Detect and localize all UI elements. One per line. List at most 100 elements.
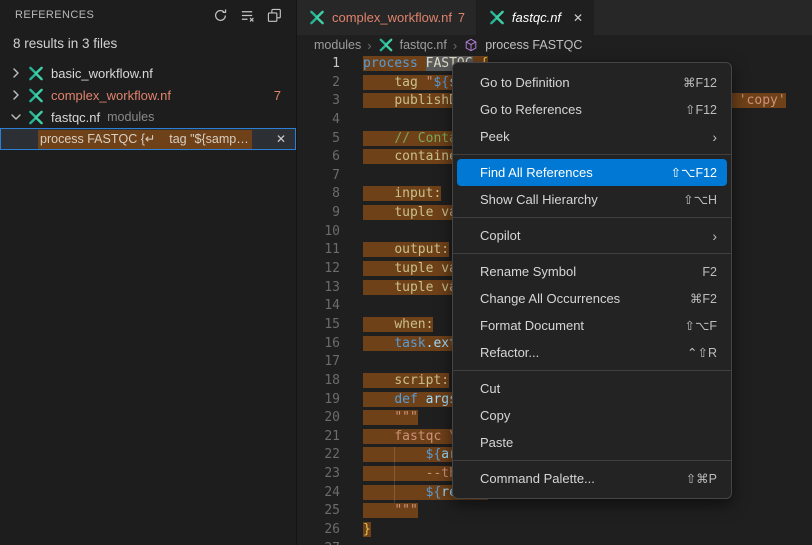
file-name: basic_workflow.nf	[51, 66, 153, 81]
references-panel-header: REFERENCES	[0, 0, 296, 30]
editor-context-menu: Go to Definition ⌘F12 Go to References⇧F12…	[452, 62, 732, 499]
line-content: input:	[363, 185, 441, 204]
menu-item-paste[interactable]: Paste	[453, 429, 731, 456]
reference-range-highlight: }	[363, 522, 371, 537]
chevron-down-icon[interactable]	[9, 110, 23, 124]
line-number: 21	[297, 428, 340, 447]
menu-item-label: Go to Definition	[480, 75, 570, 90]
menu-item-find-all-references[interactable]: Find All References⇧⌥F12	[457, 159, 727, 186]
panel-title: REFERENCES	[15, 9, 94, 21]
menu-separator	[453, 154, 731, 155]
menu-item-change-all-occurrences[interactable]: Change All Occurrences⌘F2	[453, 285, 731, 312]
clear-results-icon	[240, 8, 255, 23]
menu-separator	[453, 253, 731, 254]
tab-bar: complex_workflow.nf 7 fastqc.nf ✕	[297, 0, 812, 35]
line-number: 8	[297, 185, 340, 204]
reference-range-highlight: fastqc \	[363, 429, 457, 444]
menu-item-cut[interactable]: Cut	[453, 375, 731, 402]
file-name: fastqc.nf	[51, 110, 100, 125]
submenu-arrow-icon: ›	[712, 228, 717, 244]
line-number: 3	[297, 92, 340, 111]
menu-separator	[453, 370, 731, 371]
file-name: complex_workflow.nf	[51, 88, 171, 103]
menu-separator	[453, 217, 731, 218]
menu-item-label: Copilot	[480, 228, 520, 243]
menu-item-label: Cut	[480, 381, 500, 396]
reference-count-badge: 7	[274, 88, 281, 103]
code-line-26[interactable]: 26}	[297, 521, 812, 540]
line-number: 2	[297, 74, 340, 93]
menu-item-rename-symbol[interactable]: Rename SymbolF2	[453, 258, 731, 285]
menu-item-copy[interactable]: Copy	[453, 402, 731, 429]
breadcrumb: modules › fastqc.nf › process FASTQC	[297, 35, 812, 55]
panel-toolbar	[211, 6, 283, 24]
tree-file-basic-workflow-nf[interactable]: basic_workflow.nf	[0, 62, 296, 84]
menu-item-show-call-hierarchy[interactable]: Show Call Hierarchy ⇧⌥H	[453, 186, 731, 213]
tree-file-fastqc-nf[interactable]: fastqc.nfmodules	[0, 106, 296, 128]
menu-item-shortcut: ⇧⌥H	[683, 192, 717, 207]
tab-fastqc[interactable]: fastqc.nf ✕	[477, 0, 594, 35]
chevron-right-icon[interactable]	[9, 88, 23, 102]
line-number: 22	[297, 446, 340, 465]
line-number: 13	[297, 279, 340, 298]
menu-separator	[453, 460, 731, 461]
line-content: }	[363, 521, 371, 540]
nextflow-file-icon	[27, 66, 45, 81]
references-panel: REFERENCES	[0, 0, 297, 545]
line-number: 19	[297, 391, 340, 410]
menu-item-command-palette[interactable]: Command Palette...⇧⌘P	[453, 465, 731, 492]
collapse-all-icon	[267, 8, 282, 23]
breadcrumb-item-symbol[interactable]: process FASTQC	[485, 38, 582, 52]
menu-item-shortcut: ⌘F2	[690, 291, 717, 306]
menu-item-label: Show Call Hierarchy	[480, 192, 598, 207]
line-content: """	[363, 409, 418, 428]
line-content: output:	[363, 241, 449, 260]
nextflow-file-icon	[378, 38, 394, 52]
reference-range-highlight: output:	[363, 242, 449, 257]
menu-item-peek[interactable]: Peek›	[453, 123, 731, 150]
results-summary: 8 results in 3 files	[0, 36, 296, 58]
line-number: 14	[297, 297, 340, 316]
code-line-25[interactable]: 25 """	[297, 502, 812, 521]
tab-complex-workflow[interactable]: complex_workflow.nf 7	[297, 0, 477, 35]
line-number: 17	[297, 353, 340, 372]
reference-result-selected[interactable]: process FASTQC {↵ tag "${samp… ✕	[0, 128, 296, 150]
reference-range-highlight: script:	[363, 373, 449, 388]
menu-item-label: Refactor...	[480, 345, 539, 360]
menu-item-format-document[interactable]: Format Document⇧⌥F	[453, 312, 731, 339]
reference-preview-text: process FASTQC {↵ tag "${samp…	[38, 130, 252, 149]
menu-item-refactor[interactable]: Refactor...⌃⇧R	[453, 339, 731, 366]
chevron-right-icon: ›	[367, 38, 371, 53]
nextflow-file-icon	[27, 110, 45, 125]
menu-item-copilot[interactable]: Copilot ›	[453, 222, 731, 249]
breadcrumb-item-file[interactable]: fastqc.nf	[400, 38, 447, 52]
menu-item-shortcut: F2	[702, 265, 717, 279]
clear-results-button[interactable]	[238, 6, 256, 24]
menu-item-go-to-references[interactable]: Go to References⇧F12	[453, 96, 731, 123]
line-number: 4	[297, 111, 340, 130]
menu-item-shortcut: ⌘F12	[683, 75, 717, 90]
tab-close-icon[interactable]: ✕	[573, 11, 583, 25]
symbol-module-icon	[463, 38, 479, 52]
tree-file-complex-workflow-nf[interactable]: complex_workflow.nf 7	[0, 84, 296, 106]
refresh-button[interactable]	[211, 6, 229, 24]
menu-item-label: Peek	[480, 129, 510, 144]
reference-range-highlight: input:	[363, 186, 441, 201]
chevron-right-icon[interactable]	[9, 66, 23, 80]
line-number: 6	[297, 148, 340, 167]
reference-range-highlight: when:	[363, 317, 433, 332]
line-number: 16	[297, 335, 340, 354]
collapse-all-button[interactable]	[265, 6, 283, 24]
reference-range-highlight: """	[363, 503, 418, 518]
breadcrumb-item-modules[interactable]: modules	[314, 38, 361, 52]
code-line-27[interactable]: 27	[297, 540, 812, 545]
menu-item-go-to-definition[interactable]: Go to Definition ⌘F12	[453, 69, 731, 96]
dismiss-reference-icon[interactable]: ✕	[276, 132, 286, 146]
results-tree: basic_workflow.nf complex_workflow.nf 7 fas…	[0, 62, 296, 150]
line-number: 7	[297, 167, 340, 186]
menu-item-shortcut: ⇧⌥F12	[671, 165, 717, 180]
reference-range-highlight: """	[363, 410, 418, 425]
line-number: 27	[297, 540, 340, 545]
line-number: 10	[297, 223, 340, 242]
vscode-window: REFERENCES	[0, 0, 812, 545]
